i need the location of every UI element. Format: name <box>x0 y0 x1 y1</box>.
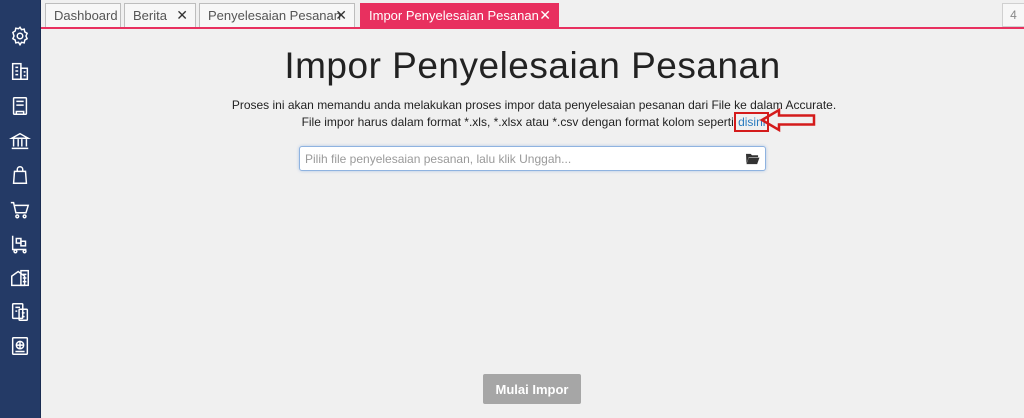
warehouse-report-icon[interactable] <box>8 266 32 290</box>
tab-count-badge[interactable]: 4 <box>1002 3 1024 27</box>
settings-icon[interactable] <box>8 24 32 48</box>
start-import-button[interactable]: Mulai Impor <box>483 374 581 404</box>
globe-report-icon[interactable] <box>8 334 32 358</box>
tab-label: Penyelesaian Pesanan <box>208 8 341 23</box>
annotation-arrow-icon <box>759 107 816 133</box>
tab-impor-penyelesaian-pesanan[interactable]: Impor Penyelesaian Pesanan ✕ <box>360 3 559 27</box>
bank-icon[interactable] <box>8 129 32 153</box>
close-icon[interactable]: ✕ <box>539 7 551 24</box>
close-icon[interactable]: ✕ <box>176 7 188 24</box>
tab-label: Impor Penyelesaian Pesanan <box>369 8 539 23</box>
sidebar <box>0 0 41 418</box>
ledger-icon[interactable] <box>8 94 32 118</box>
description-text: Proses ini akan memandu anda melakukan p… <box>228 97 840 132</box>
tab-label: Dashboard <box>54 8 118 23</box>
close-icon[interactable]: ✕ <box>335 7 347 24</box>
delivery-cart-icon[interactable] <box>8 232 32 256</box>
file-picker <box>299 146 766 171</box>
cart-icon[interactable] <box>8 198 32 222</box>
tab-berita[interactable]: Berita ✕ <box>124 3 196 27</box>
tab-dashboard[interactable]: Dashboard <box>45 3 121 27</box>
tab-bar: Dashboard Berita ✕ Penyelesaian Pesanan … <box>41 0 1024 29</box>
file-path-input[interactable] <box>300 147 730 170</box>
tab-label: Berita <box>133 8 167 23</box>
building-icon[interactable] <box>8 59 32 83</box>
shopping-bag-icon[interactable] <box>8 163 32 187</box>
tax-report-icon[interactable] <box>8 300 32 324</box>
folder-open-icon[interactable] <box>743 150 761 167</box>
page-title: Impor Penyelesaian Pesanan <box>284 45 781 86</box>
tab-penyelesaian-pesanan[interactable]: Penyelesaian Pesanan ✕ <box>199 3 355 27</box>
